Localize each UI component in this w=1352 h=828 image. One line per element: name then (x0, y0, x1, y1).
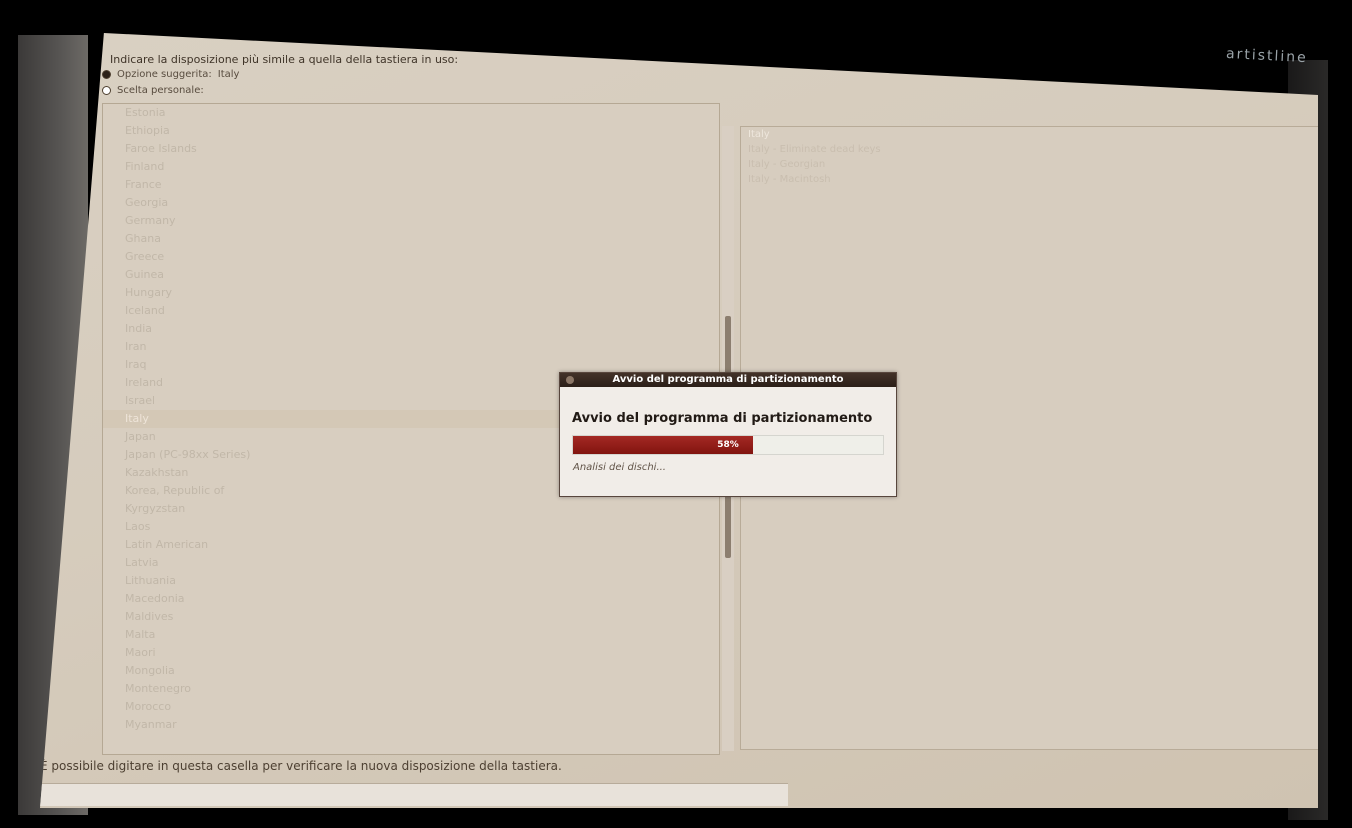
variant-list-item[interactable]: Italy - Georgian (741, 157, 1318, 172)
country-list-item[interactable]: Morocco (103, 698, 719, 716)
country-list-item[interactable]: France (103, 176, 719, 194)
keyboard-test-input[interactable] (40, 783, 788, 806)
keyboard-layout-instruction: Indicare la disposizione più simile a qu… (110, 53, 459, 66)
country-list-item[interactable]: India (103, 320, 719, 338)
country-list-item[interactable]: Macedonia (103, 590, 719, 608)
country-list-item[interactable]: Guinea (103, 266, 719, 284)
dialog-titlebar: Avvio del programma di partizionamento (560, 373, 896, 387)
country-list-item[interactable]: Ghana (103, 230, 719, 248)
country-list-item[interactable]: Latin American (103, 536, 719, 554)
country-list-item[interactable]: Estonia (103, 104, 719, 122)
dialog-title: Avvio del programma di partizionamento (612, 374, 844, 385)
country-list-item[interactable]: Mongolia (103, 662, 719, 680)
variant-list-item[interactable]: Italy - Eliminate dead keys (741, 142, 1318, 157)
suggested-option-row[interactable]: Opzione suggerita: Italy (102, 69, 239, 80)
country-list-item[interactable]: Greece (103, 248, 719, 266)
country-list-item[interactable]: Kyrgyzstan (103, 500, 719, 518)
custom-option-label: Scelta personale: (117, 85, 204, 96)
country-list-item[interactable]: Iceland (103, 302, 719, 320)
country-list-item[interactable]: Georgia (103, 194, 719, 212)
country-list-item[interactable]: Montenegro (103, 680, 719, 698)
variant-list-item[interactable]: Italy - Macintosh (741, 172, 1318, 187)
progress-bar: 58% (572, 435, 884, 455)
suggested-option-label: Opzione suggerita: (117, 69, 212, 80)
suggested-option-value: Italy (217, 69, 240, 80)
country-list-item[interactable]: Malta (103, 626, 719, 644)
custom-option-row[interactable]: Scelta personale: (102, 85, 204, 96)
progress-percentage: 58% (717, 440, 739, 450)
country-list-item[interactable]: Hungary (103, 284, 719, 302)
country-list-item[interactable]: Ethiopia (103, 122, 719, 140)
country-list-item[interactable]: Faroe Islands (103, 140, 719, 158)
custom-option-radio-icon[interactable] (102, 86, 111, 95)
country-list-item[interactable]: Finland (103, 158, 719, 176)
country-list-item[interactable]: Latvia (103, 554, 719, 572)
country-list-item[interactable]: Maori (103, 644, 719, 662)
country-list-item[interactable]: Iran (103, 338, 719, 356)
country-list-item[interactable]: Germany (103, 212, 719, 230)
photo-frame: artistline Indicare la disposizione più … (0, 0, 1352, 828)
partitioning-progress-dialog: Avvio del programma di partizionamento A… (559, 372, 897, 497)
country-list-item[interactable]: Lithuania (103, 572, 719, 590)
dialog-status: Analisi dei dischi... (573, 462, 666, 473)
window-icon (566, 376, 574, 384)
dialog-heading: Avvio del programma di partizionamento (572, 411, 873, 426)
country-list-item[interactable]: Maldives (103, 608, 719, 626)
suggested-option-radio-icon[interactable] (102, 70, 111, 79)
country-list-item[interactable]: Myanmar (103, 716, 719, 734)
country-list-item[interactable]: Laos (103, 518, 719, 536)
keyboard-test-label: È possibile digitare in questa casella p… (40, 759, 562, 773)
monitor-brand: artistline (1225, 45, 1309, 67)
variant-list-item[interactable]: Italy (741, 127, 1318, 142)
